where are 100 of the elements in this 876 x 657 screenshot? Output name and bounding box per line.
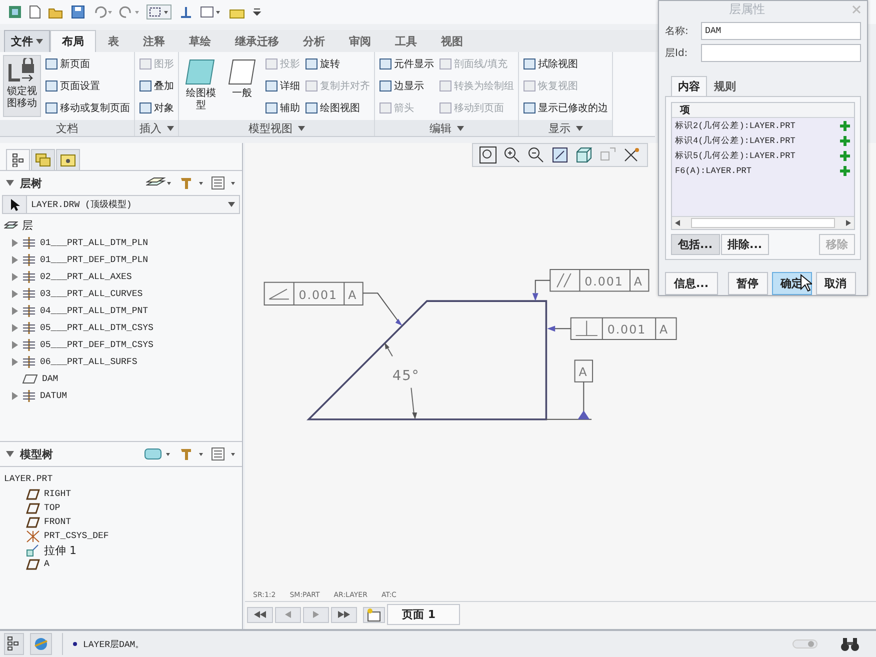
ribbon-tab[interactable]: 工具	[383, 30, 429, 52]
ribbon-large-button[interactable]: 锁定视图移动	[3, 55, 41, 117]
expand-arrow-icon[interactable]	[12, 272, 18, 280]
tree-item[interactable]: DATUM	[40, 390, 68, 400]
zoom-in-icon[interactable]	[503, 146, 521, 164]
expand-arrow-icon[interactable]	[12, 238, 18, 246]
ribbon-button[interactable]: 辅助	[264, 99, 301, 117]
tree-item[interactable]: FRONT	[44, 517, 72, 527]
first-page-button[interactable]	[247, 606, 273, 622]
collapse-caret-icon[interactable]	[6, 451, 14, 457]
ribbon-button[interactable]: 新页面	[44, 55, 131, 73]
dialog-tab[interactable]: 规则	[707, 76, 743, 96]
text-field[interactable]: DAM	[701, 22, 861, 40]
list-item[interactable]: F6(A):LAYER.PRT	[675, 166, 752, 176]
new-file-icon[interactable]	[29, 5, 41, 19]
expand-arrow-icon[interactable]	[12, 290, 18, 298]
ribbon-tab[interactable]: 视图	[429, 30, 475, 52]
list-settings-icon[interactable]	[210, 176, 236, 190]
dialog-button[interactable]: 信息...	[665, 272, 718, 295]
dialog-button[interactable]: 排除...	[720, 234, 770, 255]
ribbon-tab[interactable]: 注释	[131, 30, 177, 52]
tree-item[interactable]: PRT_CSYS_DEF	[44, 531, 109, 541]
caret-icon[interactable]	[166, 126, 174, 130]
ribbon-button[interactable]: 旋转	[304, 55, 371, 73]
expand-arrow-icon[interactable]	[12, 324, 18, 332]
tree-item[interactable]: 04___PRT_ALL_DTM_PNT	[40, 306, 148, 316]
list-settings-icon[interactable]	[210, 447, 236, 461]
model-dropdown[interactable]: LAYER.DRW (顶级模型)	[27, 196, 239, 213]
tree-item[interactable]: 06___PRT_ALL_SURFS	[40, 356, 138, 366]
globe-icon[interactable]	[30, 633, 52, 655]
tree-item[interactable]: LAYER.PRT	[4, 474, 53, 484]
tree-item[interactable]: RIGHT	[44, 489, 72, 499]
ribbon-tab[interactable]: 表	[96, 30, 131, 52]
pointer-button[interactable]	[3, 196, 27, 213]
tree-item[interactable]: A	[44, 559, 50, 569]
window-icon[interactable]	[200, 5, 222, 19]
ribbon-button[interactable]: 移动或复制页面	[44, 99, 131, 117]
app-logo-icon[interactable]	[8, 5, 22, 19]
ribbon-button[interactable]: 页面设置	[44, 77, 131, 95]
ribbon-button[interactable]: 绘图视图	[304, 99, 371, 117]
ribbon-tab[interactable]: 审阅	[337, 30, 383, 52]
tree-icon[interactable]	[4, 633, 24, 655]
ribbon-tab[interactable]: 文件	[4, 30, 50, 52]
tree-item[interactable]: 拉伸 1	[44, 542, 76, 558]
caret-icon[interactable]	[252, 7, 262, 17]
collapse-caret-icon[interactable]	[6, 180, 14, 186]
favorites-tab[interactable]	[56, 149, 80, 170]
save-icon[interactable]	[71, 5, 85, 19]
toggle-icon[interactable]	[792, 638, 818, 650]
caret-icon[interactable]	[298, 126, 304, 130]
expand-arrow-icon[interactable]	[12, 256, 18, 264]
ribbon-button[interactable]: 详细	[264, 77, 301, 95]
ribbon-large-button[interactable]: 一般	[223, 55, 261, 117]
last-page-button[interactable]	[331, 606, 357, 622]
undo-icon[interactable]	[92, 5, 112, 19]
select-box-icon[interactable]	[146, 4, 172, 20]
tree-item[interactable]: 01___PRT_DEF_DTM_PLN	[40, 254, 148, 264]
caret-icon[interactable]	[456, 126, 464, 130]
tree-item[interactable]: 02___PRT_ALL_AXES	[40, 272, 132, 282]
expand-arrow-icon[interactable]	[12, 358, 18, 366]
tree-item[interactable]: 层	[22, 218, 33, 233]
tree-item[interactable]: 03___PRT_ALL_CURVES	[40, 288, 143, 298]
horizontal-scrollbar[interactable]	[672, 216, 854, 229]
binoculars-icon[interactable]	[840, 636, 860, 652]
list-item[interactable]: 标识5(几何公差):LAYER.PRT	[675, 150, 796, 162]
tree-tab[interactable]	[6, 149, 30, 170]
list-item[interactable]: 标识2(几何公差):LAYER.PRT	[675, 120, 796, 132]
tree-item[interactable]: 05___PRT_ALL_DTM_CSYS	[40, 322, 154, 332]
expand-arrow-icon[interactable]	[12, 392, 18, 400]
dialog-tab[interactable]: 内容	[671, 76, 707, 96]
ribbon-tab[interactable]: 布局	[50, 30, 96, 52]
ribbon-button[interactable]: 显示已修改的边	[522, 99, 609, 117]
ribbon-tab[interactable]: 分析	[291, 30, 337, 52]
ribbon-large-button[interactable]: 绘图模型	[182, 55, 220, 117]
dialog-button[interactable]: 包括...	[671, 234, 720, 255]
ribbon-button[interactable]: 元件显示	[378, 55, 435, 73]
dialog-button[interactable]: 取消	[816, 272, 856, 295]
page-tab[interactable]: 页面 1	[387, 604, 460, 625]
square-icon	[305, 102, 318, 114]
new-page-button[interactable]	[363, 606, 385, 622]
dialog-button[interactable]: 暂停	[728, 272, 768, 295]
tree-item[interactable]: 05___PRT_DEF_DTM_CSYS	[40, 340, 154, 350]
tree-item[interactable]: DAM	[42, 374, 58, 384]
ribbon-button[interactable]: 对象	[138, 99, 175, 117]
zoom-out-icon[interactable]	[527, 146, 545, 164]
redo-icon[interactable]	[119, 5, 139, 19]
tree-item[interactable]: TOP	[44, 503, 60, 513]
list-item[interactable]: 标识4(几何公差):LAYER.PRT	[675, 134, 796, 146]
part-icon[interactable]	[144, 447, 172, 461]
ribbon-button[interactable]: 拭除视图	[522, 55, 609, 73]
ribbon-tab[interactable]: 草绘	[177, 30, 223, 52]
cube-icon[interactable]	[575, 146, 593, 164]
expand-arrow-icon[interactable]	[12, 306, 18, 314]
ribbon-tab[interactable]: 继承迁移	[223, 30, 291, 52]
tree-item[interactable]: 01___PRT_ALL_DTM_PLN	[40, 238, 148, 248]
ribbon-button[interactable]: 边显示	[378, 77, 435, 95]
ribbon-button[interactable]: 叠加	[138, 77, 175, 95]
caret-icon[interactable]	[576, 126, 582, 130]
text-field[interactable]	[701, 44, 861, 62]
expand-arrow-icon[interactable]	[12, 340, 18, 348]
